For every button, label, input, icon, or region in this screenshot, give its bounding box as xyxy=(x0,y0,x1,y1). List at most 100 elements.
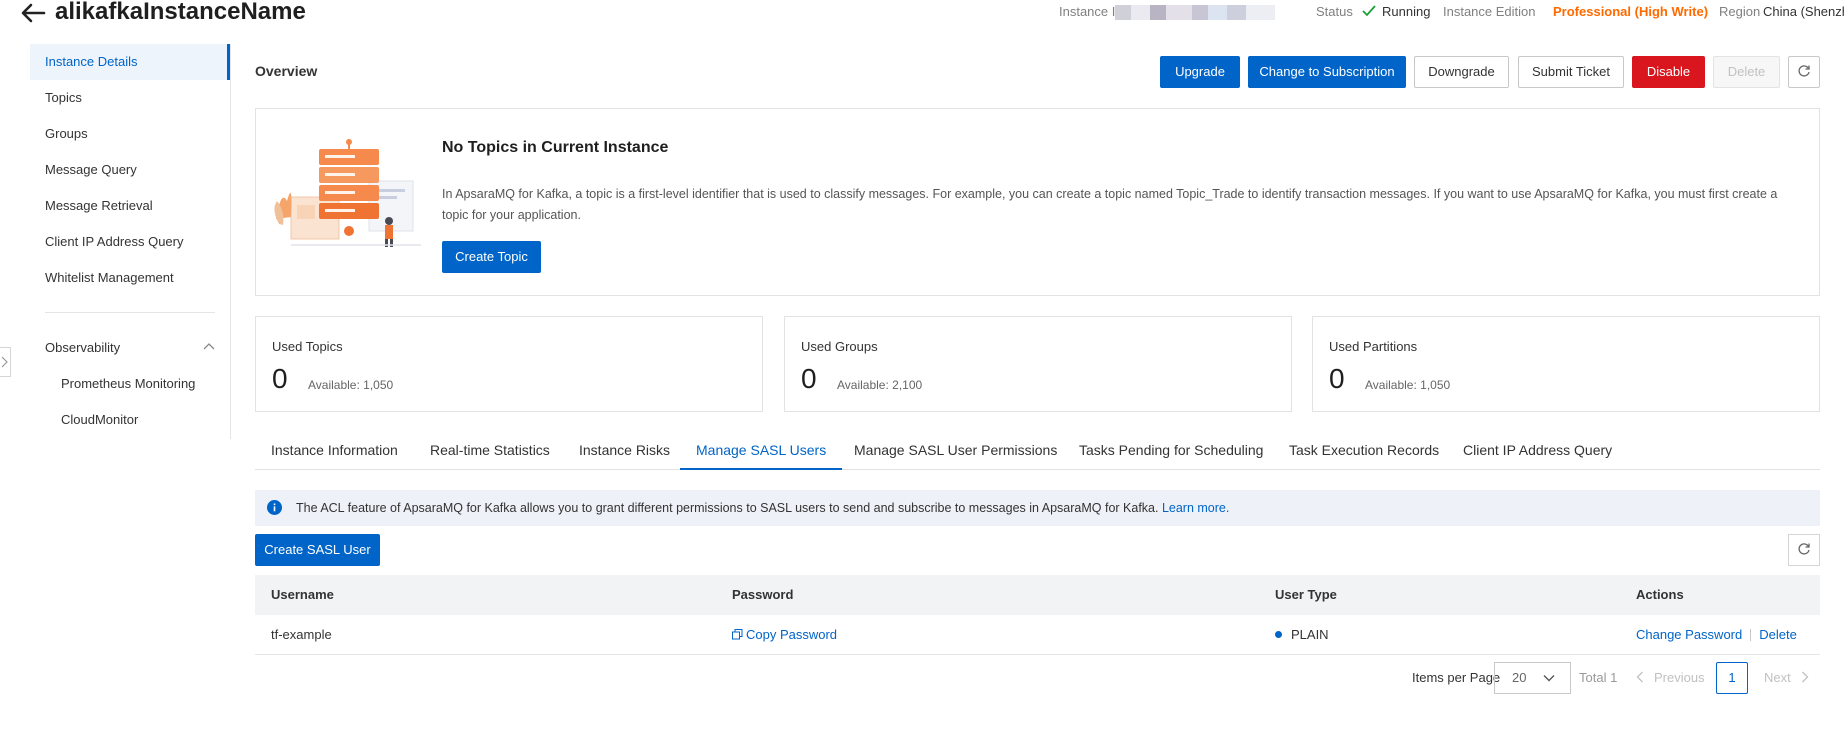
back-arrow-icon[interactable] xyxy=(20,2,46,24)
column-password: Password xyxy=(732,587,794,602)
create-sasl-user-button[interactable]: Create SASL User xyxy=(255,534,380,566)
chevron-right-icon xyxy=(1,356,8,368)
tab-realtime-statistics[interactable]: Real-time Statistics xyxy=(414,432,566,470)
disable-button[interactable]: Disable xyxy=(1632,56,1705,88)
copy-password-link[interactable]: Copy Password xyxy=(732,615,837,655)
instance-title: alikafkaInstanceName xyxy=(55,0,306,25)
chevron-right-icon xyxy=(1801,671,1809,683)
sidebar: Instance Details Topics Groups Message Q… xyxy=(30,44,230,439)
sidebar-item-groups[interactable]: Groups xyxy=(30,116,230,152)
tab-instance-risks[interactable]: Instance Risks xyxy=(563,432,686,470)
used-topics-label: Used Topics xyxy=(272,339,343,354)
refresh-icon xyxy=(1798,65,1810,77)
submit-ticket-button[interactable]: Submit Ticket xyxy=(1518,56,1624,88)
refresh-icon xyxy=(1798,543,1810,555)
sidebar-expand-button[interactable] xyxy=(0,347,11,377)
used-groups-available: Available: 2,100 xyxy=(837,378,923,392)
sidebar-item-prometheus[interactable]: Prometheus Monitoring xyxy=(30,366,230,402)
used-partitions-card: Used Partitions 0 Available: 1,050 xyxy=(1312,316,1820,412)
table-refresh-button[interactable] xyxy=(1788,534,1820,566)
username-cell: tf-example xyxy=(271,627,332,642)
empty-state-description: In ApsaraMQ for Kafka, a topic is a firs… xyxy=(442,187,1778,222)
delete-user-link[interactable]: Delete xyxy=(1759,627,1797,642)
previous-label: Previous xyxy=(1654,670,1705,685)
sidebar-item-topics[interactable]: Topics xyxy=(30,80,230,116)
tab-task-execution-records[interactable]: Task Execution Records xyxy=(1273,432,1455,470)
upgrade-button[interactable]: Upgrade xyxy=(1160,56,1240,88)
next-page-button[interactable]: Next xyxy=(1764,662,1809,694)
overview-title: Overview xyxy=(255,63,318,79)
banner-text: The ACL feature of ApsaraMQ for Kafka al… xyxy=(296,501,1162,515)
chevron-down-icon xyxy=(1543,675,1555,682)
acl-info-banner: The ACL feature of ApsaraMQ for Kafka al… xyxy=(255,490,1820,526)
tab-manage-sasl-permissions[interactable]: Manage SASL User Permissions xyxy=(838,432,1073,470)
instance-id-redacted xyxy=(1115,5,1275,20)
empty-state-title: No Topics in Current Instance xyxy=(442,139,669,156)
edition-label: Instance Edition xyxy=(1443,4,1536,19)
delete-instance-button[interactable]: Delete xyxy=(1713,56,1780,88)
create-topic-button[interactable]: Create Topic xyxy=(442,241,541,273)
items-per-page-label: Items per Page xyxy=(1412,670,1501,685)
server-illustration-icon xyxy=(274,139,421,247)
sidebar-item-client-ip-query[interactable]: Client IP Address Query xyxy=(30,224,230,260)
change-password-link[interactable]: Change Password xyxy=(1636,627,1742,642)
action-separator xyxy=(1750,629,1752,641)
sidebar-item-message-query[interactable]: Message Query xyxy=(30,152,230,188)
page-header: alikafkaInstanceName Instance ID Status … xyxy=(0,0,1844,28)
learn-more-link[interactable]: Learn more. xyxy=(1162,501,1229,515)
used-topics-value: 0 xyxy=(272,363,288,394)
user-type-value: PLAIN xyxy=(1291,627,1329,642)
used-groups-card: Used Groups 0 Available: 2,100 xyxy=(784,316,1292,412)
used-partitions-value: 0 xyxy=(1329,363,1345,394)
used-topics-available: Available: 1,050 xyxy=(308,378,394,392)
empty-topics-card: No Topics in Current Instance In ApsaraM… xyxy=(255,108,1820,296)
chevron-up-icon xyxy=(203,343,215,350)
total-count: Total 1 xyxy=(1579,670,1618,685)
page-1-button[interactable]: 1 xyxy=(1716,662,1748,694)
column-user-type: User Type xyxy=(1275,587,1337,602)
row-actions: Change Password Delete xyxy=(1636,615,1797,655)
overview-refresh-button[interactable] xyxy=(1788,56,1820,88)
sasl-table-header: Username Password User Type Actions xyxy=(255,575,1820,615)
edition-value: Professional (High Write) xyxy=(1553,4,1709,19)
region-value: China (Shenzhen) xyxy=(1763,4,1844,19)
check-icon xyxy=(1362,5,1376,17)
sidebar-item-cloudmonitor[interactable]: CloudMonitor xyxy=(30,402,230,438)
info-icon xyxy=(267,500,282,515)
column-username: Username xyxy=(271,587,334,602)
used-partitions-available: Available: 1,050 xyxy=(1365,378,1451,392)
user-type-cell: PLAIN xyxy=(1275,615,1329,655)
tab-client-ip-query[interactable]: Client IP Address Query xyxy=(1447,432,1628,470)
tab-instance-information[interactable]: Instance Information xyxy=(255,432,414,470)
sidebar-item-whitelist[interactable]: Whitelist Management xyxy=(30,260,230,296)
sidebar-section-observability[interactable]: Observability xyxy=(30,330,230,366)
copy-password-text[interactable]: Copy Password xyxy=(746,627,837,642)
chevron-left-icon xyxy=(1636,671,1643,683)
next-label: Next xyxy=(1764,670,1791,685)
sidebar-divider xyxy=(45,312,215,313)
sidebar-border xyxy=(230,44,231,439)
region-label: Region xyxy=(1719,4,1761,19)
page-size-value: 20 xyxy=(1512,670,1527,685)
change-to-subscription-button[interactable]: Change to Subscription xyxy=(1248,56,1406,88)
used-groups-value: 0 xyxy=(801,363,817,394)
sidebar-item-message-retrieval[interactable]: Message Retrieval xyxy=(30,188,230,224)
sidebar-item-instance-details[interactable]: Instance Details xyxy=(30,44,230,80)
table-row: tf-example Copy Password PLAIN Change Pa… xyxy=(255,615,1820,655)
downgrade-button[interactable]: Downgrade xyxy=(1414,56,1509,88)
used-groups-label: Used Groups xyxy=(801,339,878,354)
page-size-select[interactable]: 20 xyxy=(1494,662,1571,694)
copy-icon xyxy=(732,629,743,640)
status-text: Running xyxy=(1382,4,1431,19)
used-partitions-label: Used Partitions xyxy=(1329,339,1418,354)
used-topics-card: Used Topics 0 Available: 1,050 xyxy=(255,316,763,412)
status-label: Status xyxy=(1316,4,1353,19)
previous-page-button[interactable]: Previous xyxy=(1636,662,1705,694)
status-value: Running xyxy=(1362,4,1430,19)
instance-tabs: Instance Information Real-time Statistic… xyxy=(255,432,1820,470)
sidebar-section-label: Observability xyxy=(45,340,121,355)
column-actions: Actions xyxy=(1636,587,1684,602)
tab-tasks-pending[interactable]: Tasks Pending for Scheduling xyxy=(1063,432,1279,470)
status-dot-icon xyxy=(1275,631,1282,638)
tab-manage-sasl-users[interactable]: Manage SASL Users xyxy=(680,432,843,470)
